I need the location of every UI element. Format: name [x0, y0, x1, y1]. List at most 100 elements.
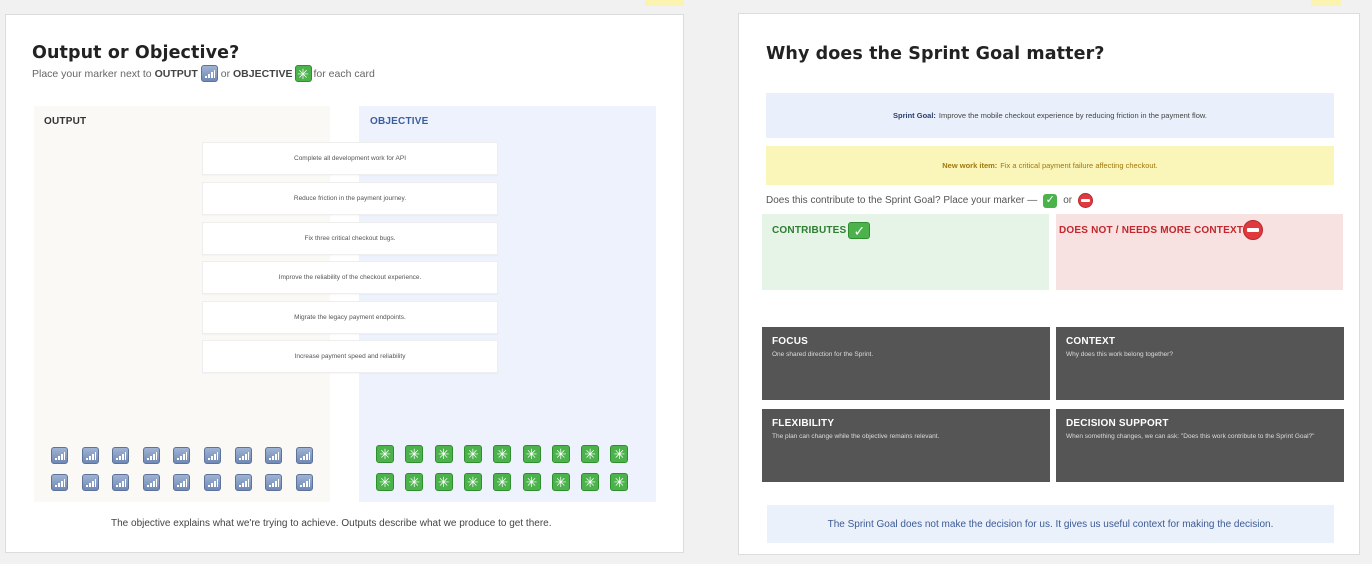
sort-card[interactable]: Increase payment speed and reliability	[202, 340, 498, 373]
output-marker-signal-icon[interactable]	[51, 474, 68, 491]
card-title: FLEXIBILITY	[772, 418, 835, 429]
new-work-banner: New work item: Fix a critical payment fa…	[766, 146, 1334, 185]
not-contributes-label: DOES NOT / NEEDS MORE CONTEXT	[1059, 224, 1244, 236]
sprint-goal-frame: Why does the Sprint Goal matter? Sprint …	[738, 13, 1360, 555]
context-card: CONTEXT Why does this work belong togeth…	[1056, 327, 1344, 400]
footer-text: The Sprint Goal does not make the decisi…	[827, 518, 1274, 530]
card-text: Increase payment speed and reliability	[294, 353, 406, 360]
sort-card[interactable]: Fix three critical checkout bugs.	[202, 222, 498, 255]
objective-marker-sparkle-icon[interactable]: ✳	[405, 445, 424, 463]
sort-card[interactable]: Complete all development work for API	[202, 142, 498, 175]
output-marker-signal-icon[interactable]	[81, 474, 99, 491]
decision-support-card: DECISION SUPPORT When something changes,…	[1056, 409, 1344, 482]
card-desc: When something changes, we can ask: "Doe…	[1066, 433, 1315, 440]
footnote: The objective explains what we're trying…	[111, 518, 552, 529]
no-entry-icon	[1243, 220, 1264, 240]
objective-marker-sparkle-icon[interactable]: ✳	[434, 473, 453, 491]
question-line: Does this contribute to the Sprint Goal?…	[766, 193, 1094, 208]
frame-title: Output or Objective?	[32, 43, 240, 63]
card-text: Reduce friction in the payment journey.	[293, 195, 407, 202]
objective-marker-pool: ✳ ✳ ✳ ✳ ✳ ✳ ✳ ✳ ✳ ✳ ✳ ✳ ✳ ✳ ✳ ✳ ✳ ✳	[376, 445, 636, 497]
objective-marker-sparkle-icon[interactable]: ✳	[610, 473, 629, 491]
sprint-goal-banner: Sprint Goal: Improve the mobile checkout…	[766, 93, 1334, 138]
card-desc: One shared direction for the Sprint.	[772, 351, 874, 358]
objective-marker-sparkle-icon[interactable]: ✳	[493, 473, 512, 491]
output-marker-signal-icon[interactable]	[295, 474, 313, 491]
objective-marker-sparkle-icon[interactable]: ✳	[581, 473, 600, 491]
output-marker-signal-icon[interactable]	[112, 474, 130, 491]
sort-card[interactable]: Migrate the legacy payment endpoints.	[202, 301, 498, 334]
footer-banner: The Sprint Goal does not make the decisi…	[767, 505, 1334, 543]
contributes-zone[interactable]: CONTRIBUTES ✓	[762, 214, 1049, 290]
card-desc: The plan can change while the objective …	[772, 433, 940, 440]
objective-marker-sparkle-icon[interactable]: ✳	[376, 473, 394, 491]
objective-marker-sparkle-icon[interactable]: ✳	[551, 473, 570, 491]
output-marker-signal-icon[interactable]	[112, 447, 130, 464]
output-marker-signal-icon[interactable]	[81, 447, 99, 464]
output-marker-signal-icon[interactable]	[265, 447, 283, 464]
output-objective-frame: Output or Objective? Place your marker n…	[5, 14, 684, 553]
objective-marker-sparkle-icon[interactable]: ✳	[463, 473, 482, 491]
contributes-header: CONTRIBUTES ✓	[772, 222, 871, 239]
card-title: CONTEXT	[1066, 336, 1116, 347]
flexibility-card: FLEXIBILITY The plan can change while th…	[762, 409, 1050, 482]
objective-marker-sparkle-icon[interactable]: ✳	[434, 445, 453, 463]
objective-marker-sparkle-icon[interactable]: ✳	[463, 445, 482, 463]
output-marker-signal-icon[interactable]	[51, 447, 68, 464]
output-marker-signal-icon[interactable]	[142, 447, 160, 464]
sprint-goal-label: Sprint Goal:	[893, 111, 936, 120]
objective-marker-sparkle-icon[interactable]: ✳	[551, 445, 570, 463]
subtitle-prefix: Place your marker next to	[32, 67, 152, 80]
sticky-note[interactable]	[645, 0, 684, 6]
subtitle-or: or	[220, 67, 231, 80]
output-marker-signal-icon[interactable]	[204, 474, 221, 491]
objective-marker-sparkle-icon[interactable]: ✳	[522, 445, 541, 463]
output-marker-signal-icon[interactable]	[204, 447, 221, 464]
question-text: Does this contribute to the Sprint Goal?…	[766, 195, 1038, 206]
objective-marker-sparkle-icon[interactable]: ✳	[610, 445, 629, 463]
output-label: OUTPUT	[44, 116, 87, 127]
frame-subtitle: Place your marker next to OUTPUT or OBJE…	[32, 65, 375, 82]
not-contributes-zone[interactable]: DOES NOT / NEEDS MORE CONTEXT	[1056, 214, 1343, 290]
card-text: Improve the reliability of the checkout …	[278, 274, 422, 281]
output-marker-pool	[51, 447, 321, 495]
contributes-label: CONTRIBUTES	[772, 225, 847, 236]
card-text: Complete all development work for API	[294, 155, 406, 162]
objective-marker-sparkle-icon[interactable]: ✳	[405, 473, 424, 491]
no-entry-icon	[1078, 193, 1094, 208]
output-marker-signal-icon[interactable]	[234, 447, 252, 464]
output-marker-signal-icon[interactable]	[173, 447, 191, 464]
new-work-label: New work item:	[942, 161, 998, 170]
check-icon: ✓	[1043, 193, 1058, 208]
check-icon: ✓	[848, 222, 871, 239]
sort-card[interactable]: Reduce friction in the payment journey.	[202, 182, 498, 215]
frame-title: Why does the Sprint Goal matter?	[766, 44, 1105, 64]
output-marker-signal-icon[interactable]	[265, 474, 283, 491]
output-marker-signal-icon[interactable]	[234, 474, 252, 491]
new-work-text: Fix a critical payment failure affecting…	[1000, 161, 1158, 170]
objective-marker-sparkle-icon[interactable]: ✳	[522, 473, 541, 491]
subtitle-suffix: for each card	[313, 67, 375, 80]
card-text: Fix three critical checkout bugs.	[304, 235, 396, 242]
subtitle-objective-word: OBJECTIVE	[233, 67, 293, 80]
card-title: DECISION SUPPORT	[1066, 418, 1169, 429]
objective-marker-sparkle-icon[interactable]: ✳	[376, 445, 394, 463]
not-contributes-header: DOES NOT / NEEDS MORE CONTEXT	[1059, 220, 1264, 240]
objective-label: OBJECTIVE	[370, 116, 429, 127]
focus-card: FOCUS One shared direction for the Sprin…	[762, 327, 1050, 400]
objective-marker-sparkle-icon[interactable]: ✳	[581, 445, 600, 463]
sticky-note[interactable]	[1311, 0, 1341, 6]
output-marker-signal-icon[interactable]	[173, 474, 191, 491]
output-marker-signal-icon[interactable]	[295, 447, 313, 464]
sprint-goal-text: Improve the mobile checkout experience b…	[938, 111, 1207, 120]
card-text: Migrate the legacy payment endpoints.	[294, 314, 406, 321]
card-desc: Why does this work belong together?	[1066, 351, 1173, 358]
sparkle-icon: ✳	[294, 65, 312, 82]
sort-card[interactable]: Improve the reliability of the checkout …	[202, 261, 498, 294]
subtitle-output-word: OUTPUT	[154, 67, 198, 80]
signal-icon	[200, 65, 218, 82]
objective-marker-sparkle-icon[interactable]: ✳	[493, 445, 512, 463]
output-marker-signal-icon[interactable]	[142, 474, 160, 491]
card-title: FOCUS	[772, 336, 808, 347]
question-or: or	[1063, 195, 1073, 206]
